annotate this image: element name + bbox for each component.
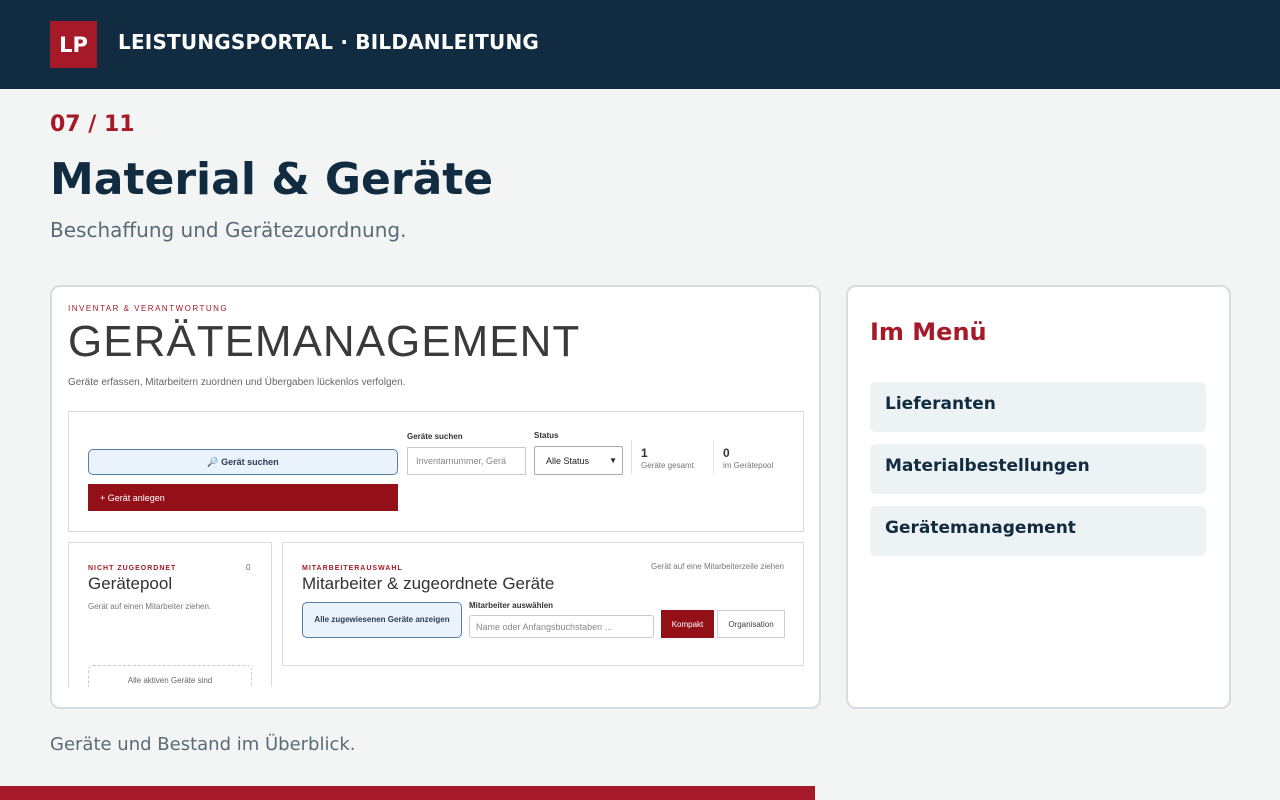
status-label: Status [534,431,559,440]
screenshot-description: Geräte erfassen, Mitarbeitern zuordnen u… [68,377,406,388]
image-caption: Geräte und Bestand im Überblick. [50,734,356,755]
device-search-input[interactable]: Inventarnummer, Gerä [407,447,526,475]
stat-pool-value: 0 [723,446,730,460]
app-title: LEISTUNGSPORTAL · BILDANLEITUNG [118,30,540,54]
page-title: Material & Geräte [50,154,494,205]
employee-title: Mitarbeiter & zugeordnete Geräte [302,574,555,593]
screenshot-title: GERÄTEMANAGEMENT [68,317,581,366]
add-device-button[interactable]: + Gerät anlegen [88,484,398,511]
pool-count: 0 [246,563,251,572]
pool-hint: Gerät auf einen Mitarbeiter ziehen. [88,602,212,611]
status-select[interactable]: Alle Status ▼ [534,446,623,475]
pool-kicker: NICHT ZUGEORDNET [88,565,177,572]
menu-item-geraetemanagement[interactable]: Gerätemanagement [870,506,1206,556]
organisation-view-button[interactable]: Organisation [717,610,785,638]
device-search-button[interactable]: 🔎 Gerät suchen [88,449,398,475]
device-pool-panel: NICHT ZUGEORDNET 0 Gerätepool Gerät auf … [68,542,272,687]
progress-bar [0,786,1280,800]
employee-kicker: MITARBEITERAUSWAHL [302,565,403,572]
progress-fill [0,786,815,800]
status-select-value: Alle Status [546,455,590,466]
stat-total-value: 1 [641,446,648,460]
divider [713,440,714,474]
menu-panel: Im Menü Lieferanten Materialbestellungen… [846,285,1231,709]
device-toolbar: 🔎 Gerät suchen + Gerät anlegen Geräte su… [68,411,804,532]
employee-hint: Gerät auf eine Mitarbeiterzeile ziehen [651,562,784,571]
logo: LP [50,21,97,68]
pool-drop-zone[interactable]: Alle aktiven Geräte sind [88,665,252,687]
stat-pool-label: im Gerätepool [723,461,774,470]
screenshot-kicker: INVENTAR & VERANTWORTUNG [68,304,229,313]
menu-item-materialbestellungen[interactable]: Materialbestellungen [870,444,1206,494]
employee-panel: MITARBEITERAUSWAHL Gerät auf eine Mitarb… [282,542,804,666]
page-subtitle: Beschaffung und Gerätezuordnung. [50,218,407,242]
stat-total-label: Geräte gesamt [641,461,694,470]
employee-select-label: Mitarbeiter auswählen [469,601,554,610]
show-all-assigned-button[interactable]: Alle zugewiesenen Geräte anzeigen [302,602,462,638]
step-counter: 07 / 11 [50,112,135,137]
chevron-down-icon: ▼ [609,456,617,465]
top-bar: LP LEISTUNGSPORTAL · BILDANLEITUNG [0,0,1280,89]
screenshot-content: INVENTAR & VERANTWORTUNG GERÄTEMANAGEMEN… [52,287,819,687]
compact-view-button[interactable]: Kompakt [661,610,714,638]
menu-title: Im Menü [870,318,987,346]
divider [631,440,632,474]
pool-title: Gerätepool [88,574,173,593]
employee-search-input[interactable]: Name oder Anfangsbuchstaben ... [469,615,654,638]
screenshot-frame: INVENTAR & VERANTWORTUNG GERÄTEMANAGEMEN… [50,285,821,709]
device-search-label: Geräte suchen [407,432,463,441]
menu-item-lieferanten[interactable]: Lieferanten [870,382,1206,432]
